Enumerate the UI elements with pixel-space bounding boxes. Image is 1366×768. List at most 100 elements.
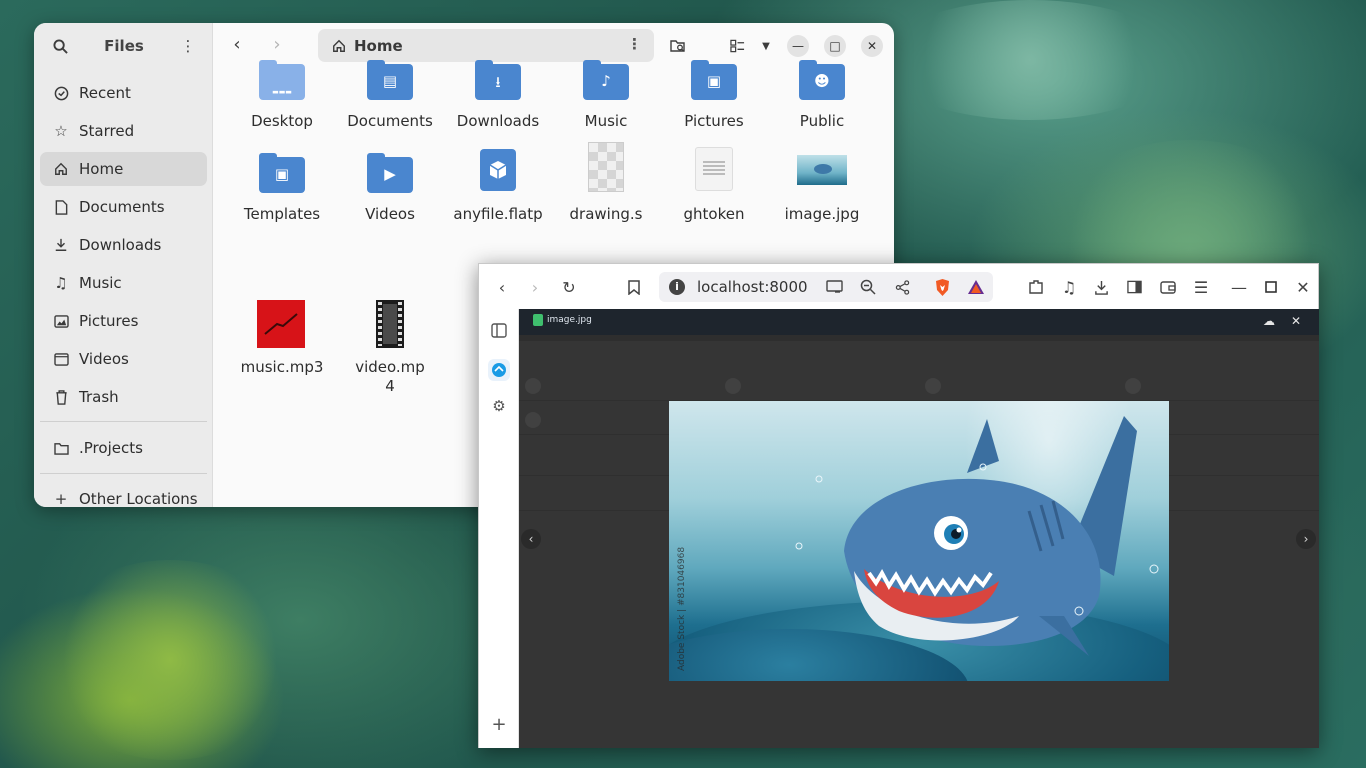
pictures-folder-icon: ▣	[689, 54, 739, 104]
downloads-icon[interactable]	[1090, 276, 1112, 298]
file-item[interactable]: drawing.s	[556, 142, 656, 224]
trash-icon	[53, 389, 69, 405]
image-watermark: Adobe Stock | #831046968	[677, 546, 687, 671]
browser-window: ‹ › ↻ i localhost:8000 ♫ ☰ — ✕ ⚙ + image…	[478, 263, 1319, 748]
forward-button[interactable]: ›	[524, 276, 546, 298]
video-icon	[53, 351, 69, 367]
browser-sidebar: ⚙ +	[479, 309, 519, 748]
sidebar-divider	[40, 473, 207, 474]
music-folder-icon: ♪	[581, 54, 631, 104]
sidebar-toggle-icon[interactable]	[1123, 276, 1145, 298]
sidebar-item-label: Music	[79, 274, 122, 292]
file-name-part: 4	[385, 377, 395, 395]
file-item[interactable]: ▣ Templates	[232, 147, 332, 224]
bookmark-icon[interactable]	[623, 276, 645, 298]
home-icon	[332, 39, 346, 53]
menu-icon[interactable]: ☰	[1190, 276, 1212, 298]
previous-image-button[interactable]: ‹	[521, 529, 541, 549]
next-image-button[interactable]: ›	[1296, 529, 1316, 549]
sidebar-item-label: Videos	[79, 350, 129, 368]
templates-folder-icon: ▣	[257, 147, 307, 197]
sidebar-item-label: Downloads	[79, 236, 162, 254]
sidebar-item-label: Other Locations	[79, 490, 198, 507]
file-item[interactable]: ▬▬▬ Desktop	[232, 54, 332, 131]
videos-folder-icon: ▶	[365, 147, 415, 197]
forward-button[interactable]: ›	[265, 34, 289, 55]
file-name: Desktop	[251, 112, 313, 130]
sidebar-item-recent[interactable]: Recent	[40, 76, 207, 110]
sidebar-item-label: Pictures	[79, 312, 139, 330]
path-label: Home	[354, 36, 403, 55]
wallet-icon[interactable]	[1157, 276, 1179, 298]
file-item[interactable]: ghtoken	[664, 147, 764, 224]
sidebar-item-label: Recent	[79, 84, 131, 102]
video-filmstrip-icon	[365, 300, 415, 350]
file-name: anyfile.flatp	[453, 205, 543, 223]
file-item[interactable]: ▤ Documents	[340, 54, 440, 131]
sidebar-item-pictures[interactable]: Pictures	[40, 304, 207, 338]
viewer-topbar: image.jpg ☁ ✕	[519, 309, 1319, 335]
sidebar-item-videos[interactable]: Videos	[40, 342, 207, 376]
reload-icon[interactable]: ↻	[558, 276, 580, 298]
sidebar-item-label: .Projects	[79, 439, 143, 457]
sidebar-item-projects[interactable]: .Projects	[40, 431, 207, 465]
cast-icon[interactable]	[823, 276, 845, 298]
search-icon[interactable]	[48, 34, 72, 58]
minimize-button[interactable]: —	[1228, 276, 1250, 298]
share-icon[interactable]	[891, 276, 913, 298]
dimmed-folder	[1125, 377, 1147, 395]
add-panel-icon[interactable]: +	[488, 713, 510, 735]
cloud-upload-icon[interactable]: ☁	[1263, 314, 1275, 328]
sidebar-item-downloads[interactable]: Downloads	[40, 228, 207, 262]
sidebar-item-documents[interactable]: Documents	[40, 190, 207, 224]
brave-rewards-icon[interactable]	[965, 276, 987, 298]
file-name: ghtoken	[683, 205, 745, 223]
sidebar-panel-icon[interactable]	[488, 319, 510, 341]
file-item[interactable]: music.mp3	[232, 300, 332, 377]
file-item[interactable]: anyfile.flatp	[448, 147, 548, 224]
file-item[interactable]: ♪ Music	[556, 54, 656, 131]
file-item[interactable]: image.jpg	[772, 147, 872, 224]
browser-toolbar: ‹ › ↻ i localhost:8000 ♫ ☰ — ✕	[479, 264, 1318, 309]
main-menu-icon[interactable]: ⋮	[176, 34, 200, 58]
file-name: music.mp3	[240, 358, 324, 376]
back-button[interactable]: ‹	[225, 34, 249, 55]
sidebar-item-starred[interactable]: ☆ Starred	[40, 114, 207, 148]
music-icon: ♫	[54, 274, 68, 292]
file-item[interactable]: video.mp 4	[340, 300, 440, 396]
path-menu-icon[interactable]: ⋮	[627, 35, 642, 53]
dimmed-folder	[525, 377, 547, 395]
sidebar-item-trash[interactable]: Trash	[40, 380, 207, 414]
close-viewer-icon[interactable]: ✕	[1291, 314, 1301, 328]
file-name: video.mp 4	[340, 358, 440, 396]
maximize-button[interactable]	[1260, 276, 1282, 298]
file-item[interactable]: ⭳ Downloads	[448, 54, 548, 131]
public-folder-icon: ☻	[797, 54, 847, 104]
dimmed-row	[519, 371, 1319, 401]
brave-shield-icon[interactable]	[931, 276, 953, 298]
file-name: Pictures	[684, 112, 744, 130]
sidebar-item-music[interactable]: ♫ Music	[40, 266, 207, 300]
leo-ai-icon[interactable]	[488, 359, 510, 381]
file-name: Music	[584, 112, 628, 130]
downloads-folder-icon: ⭳	[473, 54, 523, 104]
close-button[interactable]: ✕	[1292, 276, 1314, 298]
settings-gear-icon[interactable]: ⚙	[488, 395, 510, 417]
back-button[interactable]: ‹	[491, 276, 513, 298]
info-icon[interactable]: i	[669, 279, 685, 295]
sidebar-item-other-locations[interactable]: + Other Locations	[40, 482, 207, 507]
drawing-thumbnail-icon	[581, 142, 631, 197]
file-item[interactable]: ▣ Pictures	[664, 54, 764, 131]
viewer-file-name: image.jpg	[547, 315, 592, 325]
wallpaper-swirl	[880, 0, 1180, 120]
media-icon[interactable]: ♫	[1058, 276, 1080, 298]
image-thumbnail-icon	[797, 147, 847, 197]
preview-image: Adobe Stock | #831046968	[669, 401, 1169, 681]
file-item[interactable]: ▶ Videos	[340, 147, 440, 224]
file-item[interactable]: ☻ Public	[772, 54, 872, 131]
url-text: localhost:8000	[697, 278, 808, 296]
sidebar-item-home[interactable]: Home	[40, 152, 207, 186]
clock-icon	[53, 85, 69, 101]
extensions-icon[interactable]	[1025, 276, 1047, 298]
zoom-out-icon[interactable]	[857, 276, 879, 298]
